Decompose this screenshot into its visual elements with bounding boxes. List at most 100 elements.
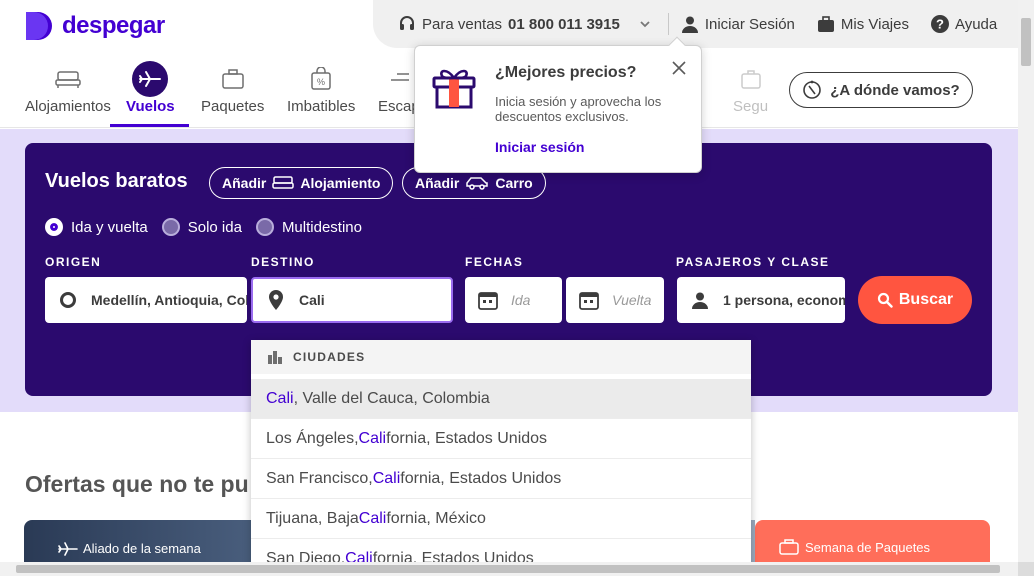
- add-lodging-button[interactable]: Añadir Alojamiento: [209, 167, 394, 199]
- plane-icon: [58, 541, 78, 556]
- sales-label: Para ventas: [422, 15, 503, 33]
- where-to-button[interactable]: ¿A dónde vamos?: [789, 72, 973, 108]
- getaway-icon: [390, 73, 409, 81]
- brand-name: despegar: [62, 12, 165, 39]
- vertical-scrollbar[interactable]: [1018, 0, 1034, 562]
- city-icon: [268, 351, 282, 364]
- suggestion-match: Cali: [358, 429, 387, 447]
- divider: [667, 13, 669, 35]
- add-lodging-prefix: Añadir: [222, 175, 267, 191]
- suggestion-match: Cali: [358, 509, 387, 527]
- departure-date-field[interactable]: Ida: [465, 277, 562, 323]
- suggestion-rest: , Valle del Cauca, Colombia: [293, 389, 490, 407]
- nav-item-alojamientos[interactable]: Alojamientos: [25, 62, 111, 115]
- logo-mark-icon: [26, 12, 52, 40]
- suggestion-prefix: San Francisco,: [266, 469, 373, 487]
- nav-label: Segu: [733, 98, 769, 115]
- offer-card-ally-label: Aliado de la semana: [83, 541, 201, 556]
- calendar-icon: [478, 292, 498, 310]
- compass-icon: [803, 80, 822, 99]
- discount-bag-icon: %: [311, 67, 331, 90]
- departure-placeholder: Ida: [511, 292, 531, 308]
- login-link[interactable]: Iniciar Sesión: [681, 15, 795, 33]
- radio-multi-city[interactable]: Multidestino: [255, 218, 362, 236]
- offers-heading: Ofertas que no te pu: [25, 471, 249, 497]
- suitcase-icon: [779, 539, 799, 555]
- help-label: Ayuda: [954, 15, 998, 33]
- scrollbar-thumb[interactable]: [16, 565, 1000, 573]
- active-tab-indicator: [110, 124, 189, 127]
- nav-item-vuelos[interactable]: Vuelos: [126, 61, 175, 115]
- search-icon: [877, 292, 893, 308]
- suitcase-icon: [221, 69, 244, 89]
- offer-card-label: Semana de Paquetes: [779, 539, 930, 555]
- svg-text:?: ?: [936, 17, 944, 32]
- origin-field[interactable]: Medellín, Antioquia, Colombia: [45, 277, 247, 323]
- person-icon: [692, 292, 708, 309]
- utility-bar: Para ventas 01 800 011 3915 Iniciar Sesi…: [373, 0, 1018, 48]
- add-car-prefix: Añadir: [415, 175, 460, 191]
- destination-suggestions: CIUDADES Cali, Valle del Cauca, Colombia…: [251, 340, 751, 576]
- return-placeholder: Vuelta: [612, 292, 652, 308]
- help-link[interactable]: ? Ayuda: [930, 15, 998, 33]
- offer-card-ally[interactable]: Aliado de la semana: [24, 520, 260, 562]
- origin-label: ORIGEN: [45, 255, 102, 269]
- sales-number: 01 800 011 3915: [508, 15, 620, 33]
- login-label: Iniciar Sesión: [704, 15, 795, 33]
- radio-one-way[interactable]: Solo ida: [161, 218, 242, 236]
- calendar-icon: [579, 292, 599, 310]
- my-trips-label: Mis Viajes: [840, 15, 909, 33]
- nav-item-imbatibles[interactable]: % Imbatibles: [287, 62, 355, 115]
- destination-field[interactable]: Cali: [251, 277, 453, 323]
- search-label: Buscar: [898, 291, 954, 308]
- suggestion-item[interactable]: Cali, Valle del Cauca, Colombia: [251, 379, 751, 419]
- suggestion-rest: fornia, México: [386, 509, 486, 527]
- insurance-icon: [740, 70, 761, 89]
- my-trips-link[interactable]: Mis Viajes: [817, 15, 909, 33]
- popup-body: Inicia sesión y aprovecha los descuentos…: [495, 94, 662, 124]
- search-title: Vuelos baratos: [45, 170, 188, 192]
- add-lodging-label: Alojamiento: [300, 175, 381, 191]
- radio-round-trip[interactable]: Ida y vuelta: [45, 218, 148, 236]
- suggestions-header: CIUDADES: [251, 340, 751, 374]
- radio-label: Solo ida: [187, 218, 242, 236]
- suggestion-rest: fornia, Estados Unidos: [386, 429, 548, 447]
- offer-card-packages[interactable]: Semana de Paquetes: [755, 520, 990, 562]
- passengers-label: PASAJEROS Y CLASE: [676, 255, 830, 269]
- popup-login-link[interactable]: Iniciar sesión: [495, 139, 584, 155]
- suggestion-match: Cali: [266, 389, 294, 407]
- horizontal-scrollbar[interactable]: [0, 562, 1018, 576]
- radio-dot: [255, 218, 274, 236]
- close-icon[interactable]: [671, 60, 687, 76]
- radio-dot: [45, 218, 63, 236]
- return-date-field[interactable]: Vuelta: [566, 277, 664, 323]
- offer-card-packages-label: Semana de Paquetes: [805, 539, 931, 555]
- bed-icon: [55, 71, 81, 88]
- brand-logo[interactable]: despegar: [24, 10, 165, 42]
- origin-circle-icon: [60, 292, 76, 308]
- headset-icon: [400, 16, 414, 30]
- help-icon: ?: [930, 15, 949, 33]
- radio-dot: [161, 218, 180, 236]
- trip-type-selector: Ida y vuelta Solo ida Multidestino: [45, 218, 362, 236]
- sales-phone[interactable]: Para ventas 01 800 011 3915: [398, 15, 652, 33]
- scrollbar-thumb[interactable]: [1021, 18, 1031, 66]
- nav-item-paquetes[interactable]: Paquetes: [201, 62, 264, 115]
- gift-icon: [432, 69, 476, 109]
- login-promo-popup: ¿Mejores precios? Inicia sesión y aprove…: [414, 36, 702, 173]
- suggestion-item[interactable]: Tijuana, Baja Cali fornia, México: [251, 499, 751, 539]
- car-icon: [466, 177, 489, 190]
- suggestion-item[interactable]: San Francisco, Cali fornia, Estados Unido…: [251, 459, 751, 499]
- suggestion-prefix: Los Ángeles,: [266, 429, 359, 447]
- bed-icon: [272, 176, 295, 189]
- passengers-value: 1 persona, economy: [723, 292, 845, 308]
- plane-icon: [132, 61, 169, 97]
- suggestion-item[interactable]: Los Ángeles, Cali fornia, Estados Unidos: [251, 419, 751, 459]
- destination-value: Cali: [299, 292, 325, 308]
- nav-item-seguros[interactable]: Segu: [733, 62, 768, 115]
- user-icon: [681, 16, 698, 33]
- search-button[interactable]: Buscar: [858, 276, 972, 324]
- radio-label: Multidestino: [281, 218, 362, 236]
- dates-label: FECHAS: [465, 255, 524, 269]
- passengers-field[interactable]: 1 persona, economy: [677, 277, 845, 323]
